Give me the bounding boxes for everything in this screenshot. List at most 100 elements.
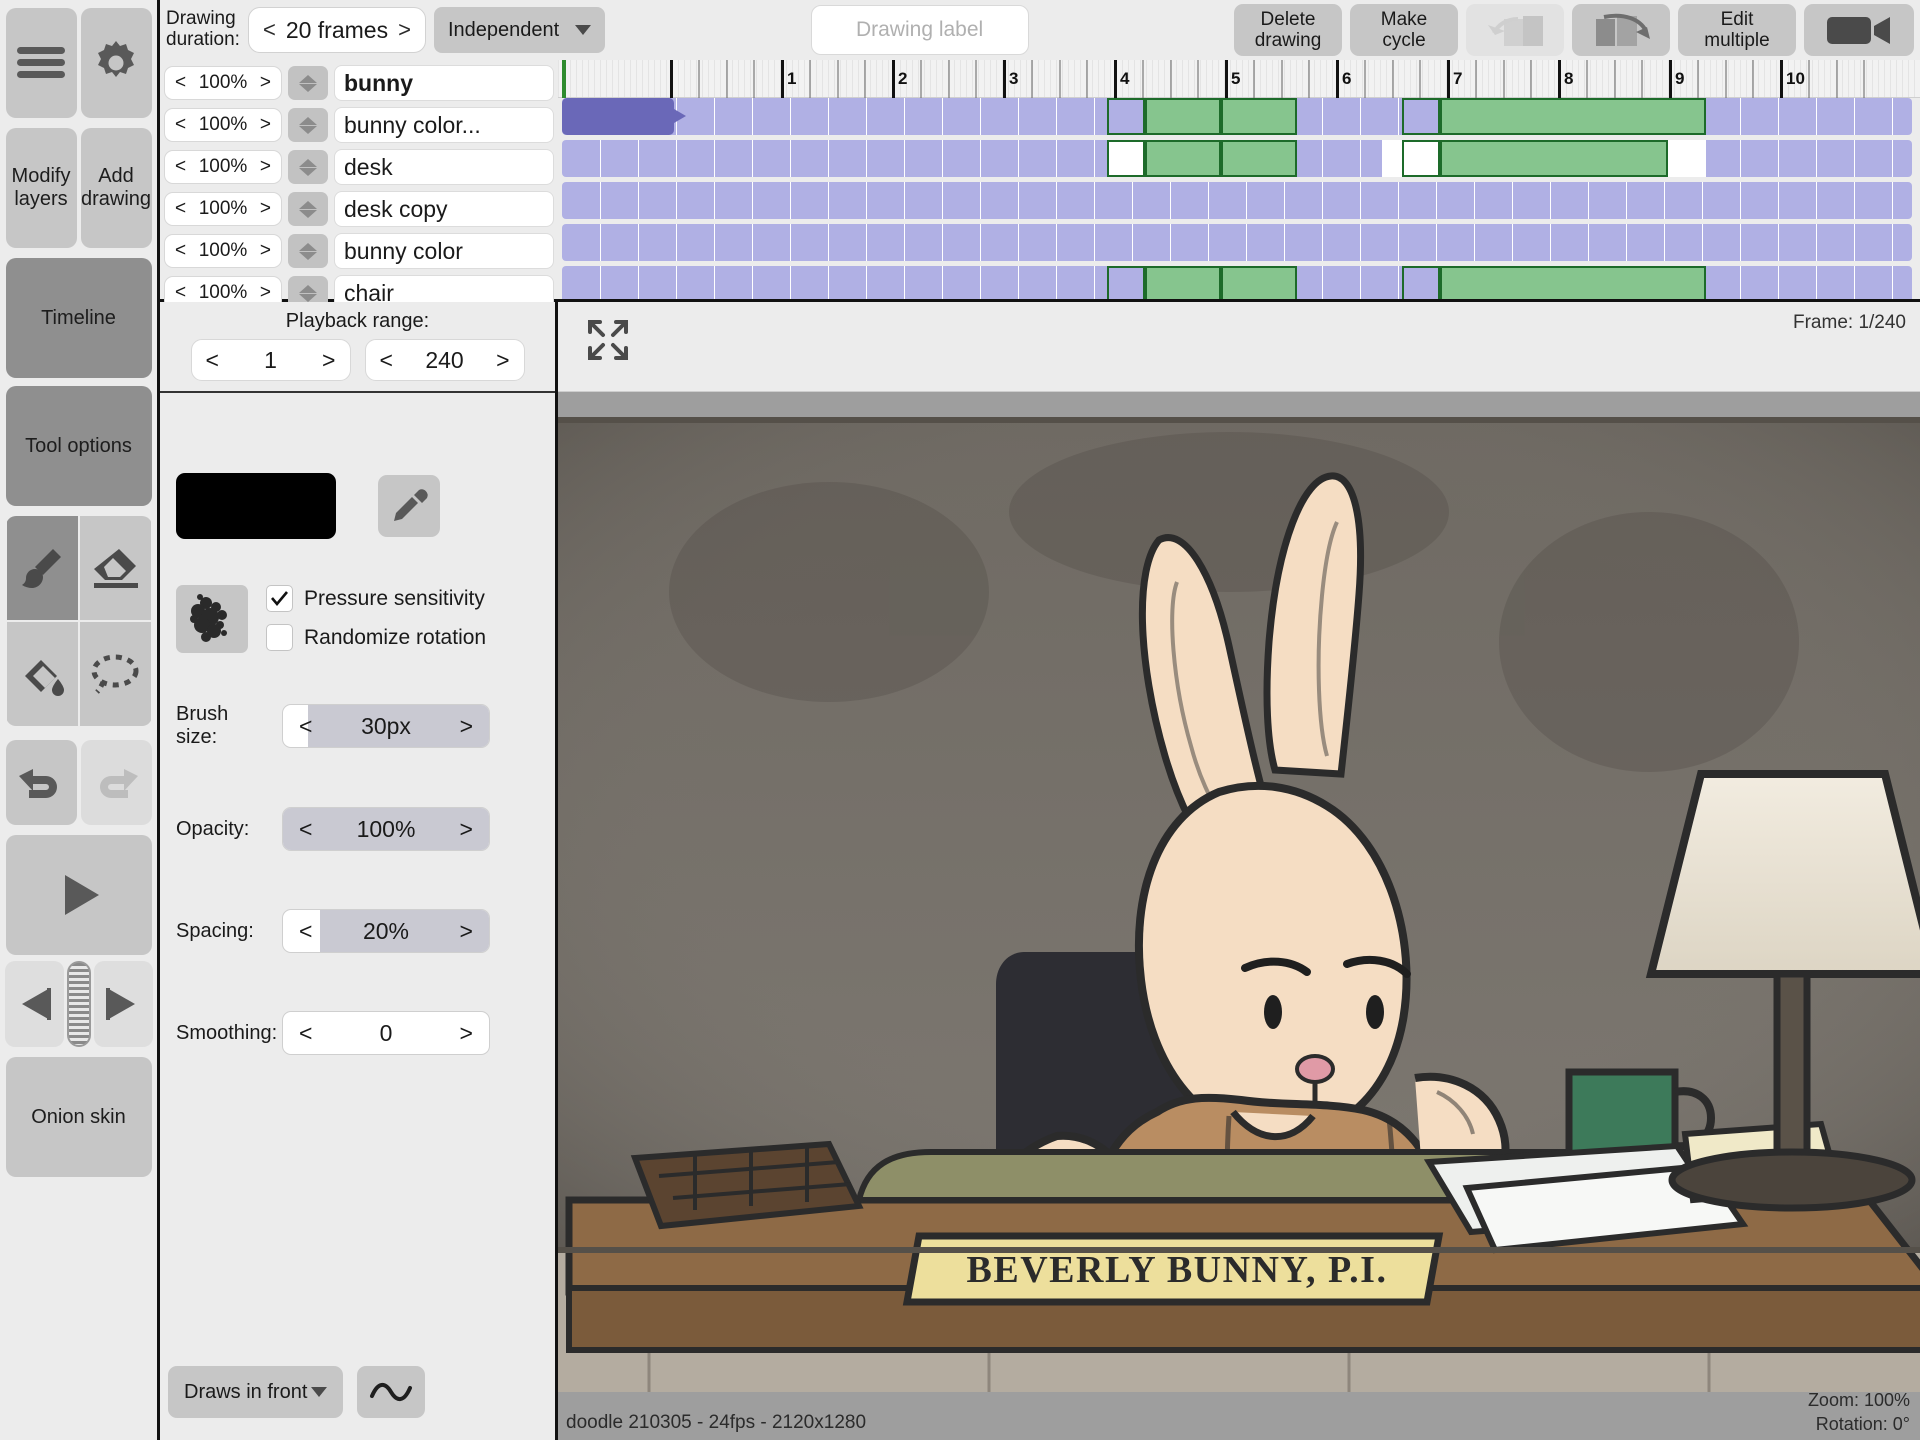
- layer-reorder-button[interactable]: [288, 66, 328, 100]
- drawing-label-input[interactable]: Drawing label: [810, 5, 1029, 55]
- add-drawing-button[interactable]: Add drawing: [80, 128, 152, 248]
- layer-opacity-decrement[interactable]: <: [175, 72, 186, 94]
- layer-opacity-increment[interactable]: >: [260, 156, 271, 178]
- duration-decrement[interactable]: <: [263, 17, 276, 43]
- timeline-track[interactable]: [562, 140, 1912, 177]
- layer-opacity-decrement[interactable]: <: [175, 156, 186, 178]
- parameter-stepper[interactable]: <30px >: [282, 704, 490, 748]
- keyframe-block[interactable]: [1440, 266, 1706, 299]
- playback-start-stepper[interactable]: < 1 >: [190, 339, 351, 381]
- layer-opacity-decrement[interactable]: <: [175, 198, 186, 220]
- keyframe-block[interactable]: [1221, 266, 1297, 299]
- layer-reorder-button[interactable]: [288, 108, 328, 142]
- canvas-stage[interactable]: BEVERLY BUNNY, P.I. doodle 210305 - 24fp…: [558, 392, 1920, 1440]
- brush-tool-button[interactable]: [6, 516, 78, 620]
- timeline-track[interactable]: [562, 98, 1912, 135]
- parameter-decrement[interactable]: <: [299, 1020, 312, 1047]
- keyframe-block[interactable]: [1402, 98, 1440, 135]
- undo-button[interactable]: [5, 740, 77, 825]
- selected-drawing-segment[interactable]: [562, 98, 674, 135]
- smooth-curve-button[interactable]: [357, 1366, 425, 1418]
- segment-extend-handle[interactable]: [674, 109, 686, 123]
- keyframe-block[interactable]: [1107, 140, 1145, 177]
- timeline-track[interactable]: [562, 182, 1912, 219]
- timeline-ruler[interactable]: 1 2 3 4 5 6 7 8 9 10: [558, 60, 1920, 98]
- keyframe-block[interactable]: [1221, 140, 1297, 177]
- keyframe-block[interactable]: [1402, 140, 1440, 177]
- layer-row[interactable]: <100% > desk copy: [160, 188, 558, 230]
- layer-name-input[interactable]: bunny color...: [334, 107, 554, 143]
- playback-end-increment[interactable]: >: [496, 347, 509, 374]
- parameter-increment[interactable]: >: [460, 713, 473, 740]
- pressure-sensitivity-checkbox[interactable]: [266, 585, 293, 612]
- color-swatch[interactable]: [176, 473, 336, 539]
- parameter-decrement[interactable]: <: [299, 713, 312, 740]
- layer-opacity-stepper[interactable]: <100% >: [164, 66, 282, 100]
- layer-opacity-stepper[interactable]: <100% >: [164, 234, 282, 268]
- timeline-track[interactable]: [562, 224, 1912, 261]
- timeline-tracks[interactable]: 1 2 3 4 5 6 7 8 9 10: [558, 60, 1920, 299]
- track-gap[interactable]: [1668, 140, 1706, 177]
- pressure-sensitivity-row[interactable]: Pressure sensitivity: [266, 585, 486, 612]
- redo-button[interactable]: [80, 740, 152, 825]
- layer-opacity-decrement[interactable]: <: [175, 240, 186, 262]
- edit-multiple-button[interactable]: Edit multiple: [1678, 4, 1796, 56]
- delete-drawing-button[interactable]: Delete drawing: [1234, 4, 1342, 56]
- layer-opacity-stepper[interactable]: <100% >: [164, 192, 282, 226]
- layer-reorder-button[interactable]: [288, 150, 328, 184]
- previous-frame-button[interactable]: [4, 961, 64, 1047]
- draw-order-select[interactable]: Draws in front: [168, 1366, 343, 1418]
- keyframe-block[interactable]: [1440, 140, 1668, 177]
- modify-layers-button[interactable]: Modify layers: [5, 128, 77, 248]
- expand-icon[interactable]: [584, 316, 632, 364]
- rotate-left-button[interactable]: [1466, 4, 1564, 56]
- brush-preview-button[interactable]: [176, 585, 248, 653]
- playback-start-decrement[interactable]: <: [206, 347, 219, 374]
- layer-reorder-button[interactable]: [288, 234, 328, 268]
- randomize-rotation-checkbox[interactable]: [266, 624, 293, 651]
- camera-button[interactable]: [1804, 4, 1914, 56]
- layer-row[interactable]: <100% > bunny color...: [160, 104, 558, 146]
- bucket-fill-tool-button[interactable]: [6, 622, 78, 726]
- layer-row[interactable]: <100% > desk: [160, 146, 558, 188]
- layer-row[interactable]: <100% > bunny color: [160, 230, 558, 272]
- keyframe-block[interactable]: [1145, 140, 1221, 177]
- keyframe-block[interactable]: [1145, 98, 1221, 135]
- layer-row[interactable]: <100% > bunny: [160, 62, 558, 104]
- duration-increment[interactable]: >: [398, 17, 411, 43]
- layer-opacity-increment[interactable]: >: [260, 72, 271, 94]
- layer-name-input[interactable]: desk: [334, 149, 554, 185]
- onion-skin-button[interactable]: Onion skin: [5, 1057, 152, 1177]
- layer-opacity-decrement[interactable]: <: [175, 114, 186, 136]
- layer-name-input[interactable]: bunny color: [334, 233, 554, 269]
- parameter-increment[interactable]: >: [460, 1020, 473, 1047]
- parameter-increment[interactable]: >: [460, 816, 473, 843]
- layer-opacity-increment[interactable]: >: [260, 240, 271, 262]
- menu-button[interactable]: [5, 8, 77, 118]
- next-frame-button[interactable]: [93, 961, 153, 1047]
- parameter-decrement[interactable]: <: [299, 816, 312, 843]
- layer-reorder-button[interactable]: [288, 192, 328, 226]
- keyframe-block[interactable]: [1221, 98, 1297, 135]
- keyframe-block[interactable]: [1107, 266, 1145, 299]
- parameter-decrement[interactable]: <: [299, 918, 312, 945]
- eraser-tool-button[interactable]: [79, 516, 151, 620]
- layer-opacity-stepper[interactable]: <100% >: [164, 108, 282, 142]
- track-gap[interactable]: [1382, 140, 1402, 177]
- playback-end-decrement[interactable]: <: [380, 347, 393, 374]
- cycle-mode-select[interactable]: Independent: [433, 7, 606, 53]
- timeline-track[interactable]: [562, 266, 1912, 299]
- artwork[interactable]: BEVERLY BUNNY, P.I.: [558, 392, 1920, 1392]
- playback-end-stepper[interactable]: < 240 >: [364, 339, 525, 381]
- randomize-rotation-row[interactable]: Randomize rotation: [266, 624, 486, 651]
- layer-name-input[interactable]: bunny: [334, 65, 554, 101]
- track-area[interactable]: [558, 98, 1920, 299]
- parameter-stepper[interactable]: <100% >: [282, 807, 490, 851]
- parameter-increment[interactable]: >: [460, 918, 473, 945]
- make-cycle-button[interactable]: Make cycle: [1350, 4, 1458, 56]
- drawing-duration-stepper[interactable]: < 20 frames >: [247, 7, 426, 53]
- frame-scrubber[interactable]: [66, 961, 91, 1047]
- layer-opacity-stepper[interactable]: <100% >: [164, 150, 282, 184]
- keyframe-block[interactable]: [1402, 266, 1440, 299]
- keyframe-block[interactable]: [1440, 98, 1706, 135]
